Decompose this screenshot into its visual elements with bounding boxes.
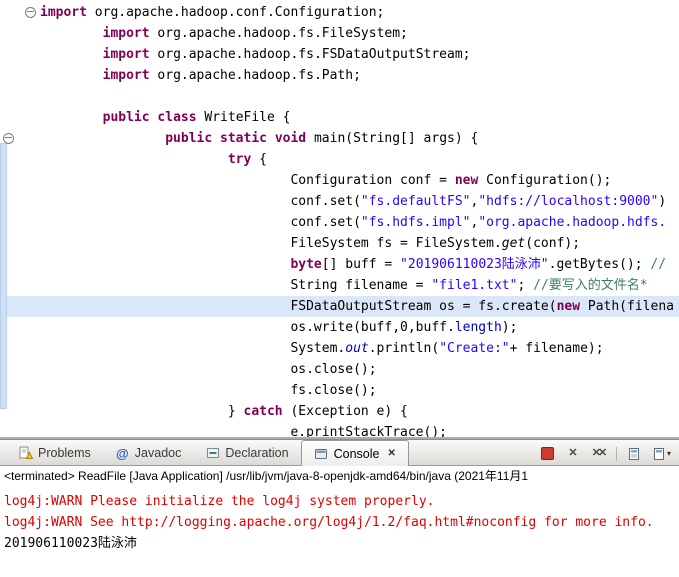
code-line[interactable]: String filename = "file1.txt"; //要写入的文件名…	[0, 275, 679, 296]
console-icon	[314, 446, 329, 461]
tab-label: Console	[333, 446, 380, 461]
open-console-button[interactable]: ▾	[653, 446, 671, 461]
declaration-icon	[205, 446, 220, 461]
code-line[interactable]: conf.set("fs.defaultFS","hdfs://localhos…	[0, 191, 679, 212]
eclipse-window: import org.apache.hadoop.conf.Configurat…	[0, 0, 679, 577]
console-line: 201906110023陆泳沛	[4, 536, 137, 551]
java-code-editor[interactable]: import org.apache.hadoop.conf.Configurat…	[0, 0, 679, 437]
tab-label: Problems	[38, 446, 91, 460]
tab-console[interactable]: Console ✕	[300, 440, 409, 466]
code-line[interactable]: os.close();	[0, 359, 679, 380]
console-toolbar: ✕ ✕✕ ▾	[541, 446, 679, 465]
code-line[interactable]: public static void main(String[] args) {	[0, 128, 679, 149]
console-view: Problems @ Javadoc Declaration Console ✕…	[0, 437, 679, 577]
toolbar-separator	[615, 446, 617, 461]
clear-console-icon	[629, 447, 640, 460]
terminate-icon	[541, 447, 555, 460]
code-line[interactable]: } catch (Exception e) {	[0, 401, 679, 422]
code-line-current[interactable]: FSDataOutputStream os = fs.create(new Pa…	[7, 296, 679, 317]
tab-declaration[interactable]: Declaration	[193, 441, 300, 465]
code-line[interactable]: e.printStackTrace();	[0, 422, 679, 437]
remove-launch-button[interactable]: ✕	[566, 446, 580, 461]
view-tabbar: Problems @ Javadoc Declaration Console ✕…	[0, 439, 679, 466]
code-line[interactable]: Configuration conf = new Configuration()…	[0, 170, 679, 191]
code-line[interactable]: import org.apache.hadoop.conf.Configurat…	[0, 2, 679, 23]
code-line[interactable]: import org.apache.hadoop.fs.FSDataOutput…	[0, 44, 679, 65]
problems-icon	[18, 446, 33, 461]
remove-all-launches-button[interactable]: ✕✕	[591, 446, 607, 461]
tab-problems[interactable]: Problems	[6, 441, 103, 465]
console-status-line: <terminated> ReadFile [Java Application]…	[0, 466, 679, 487]
clear-console-button[interactable]	[628, 446, 642, 461]
code-line[interactable]: import org.apache.hadoop.fs.FileSystem;	[0, 23, 679, 44]
console-line: log4j:WARN Please initialize the log4j s…	[4, 494, 435, 509]
code-line[interactable]: conf.set("fs.hdfs.impl","org.apache.hado…	[0, 212, 679, 233]
code-line[interactable]: import org.apache.hadoop.fs.Path;	[0, 65, 679, 86]
code-line[interactable]: System.out.println("Create:"+ filename);	[0, 338, 679, 359]
code-line[interactable]: fs.close();	[0, 380, 679, 401]
code-line[interactable]	[0, 86, 679, 107]
code-line[interactable]: FileSystem fs = FileSystem.get(conf);	[0, 233, 679, 254]
console-output[interactable]: log4j:WARN Please initialize the log4j s…	[0, 487, 679, 577]
open-console-icon	[653, 447, 664, 460]
code-line[interactable]: byte[] buff = "201906110023陆泳沛".getBytes…	[0, 254, 679, 275]
tab-javadoc[interactable]: @ Javadoc	[103, 441, 194, 465]
chevron-down-icon: ▾	[666, 449, 671, 458]
code-lines: import org.apache.hadoop.conf.Configurat…	[0, 2, 679, 437]
tab-label: Declaration	[225, 446, 289, 460]
console-line: log4j:WARN See http://logging.apache.org…	[4, 515, 654, 530]
code-line[interactable]: public class WriteFile {	[0, 107, 679, 128]
code-line[interactable]: os.write(buff,0,buff.length);	[0, 317, 679, 338]
javadoc-icon: @	[115, 445, 129, 461]
terminate-button[interactable]	[541, 446, 555, 461]
code-line[interactable]: try {	[0, 149, 679, 170]
close-icon[interactable]: ✕	[387, 448, 395, 459]
tab-label: Javadoc	[134, 446, 182, 460]
